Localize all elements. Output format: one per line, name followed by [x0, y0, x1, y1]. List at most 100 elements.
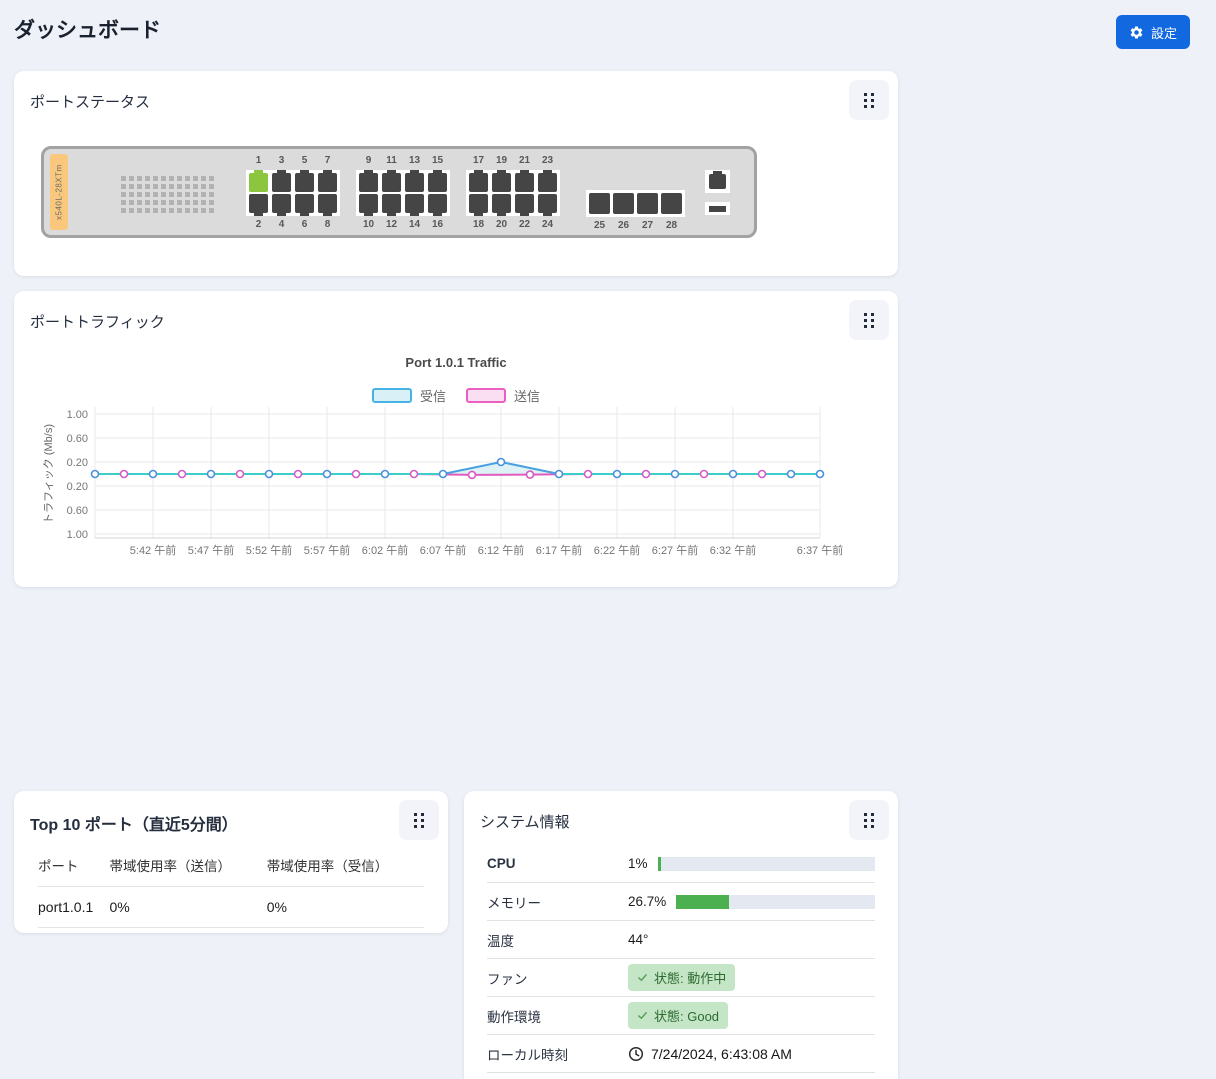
page-title: ダッシュボード — [14, 19, 161, 42]
svg-text:6:37 午前: 6:37 午前 — [797, 543, 843, 557]
port-10[interactable] — [359, 194, 378, 216]
port-number-label: 3 — [278, 155, 285, 166]
vent-hole — [201, 176, 206, 181]
svg-text:1.00: 1.00 — [67, 529, 88, 541]
port-18[interactable] — [469, 194, 488, 216]
badge-text: 状態: 動作中 — [654, 971, 727, 986]
port-25[interactable] — [589, 193, 610, 214]
port-15[interactable] — [428, 170, 447, 192]
vent-hole — [209, 184, 214, 189]
svg-text:6:17 午前: 6:17 午前 — [536, 543, 582, 557]
value-text: 44° — [628, 932, 649, 947]
port-19[interactable] — [492, 170, 511, 192]
vent-hole — [209, 200, 214, 205]
status-badge: 状態: 動作中 — [628, 964, 736, 991]
settings-button[interactable]: 設定 — [1115, 15, 1190, 49]
vent-hole — [121, 184, 126, 189]
port-2[interactable] — [249, 194, 268, 216]
legend-item-receive[interactable]: 受信 — [371, 386, 446, 405]
vent-hole — [185, 200, 190, 205]
port-7[interactable] — [318, 170, 337, 192]
port-row-bottom — [469, 194, 557, 216]
port-number-label: 12 — [385, 219, 398, 230]
port-number-label: 18 — [472, 219, 485, 230]
port-group-2: 9 11 13 15 10 12 14 16 — [356, 155, 450, 231]
drag-dots-icon — [864, 812, 874, 828]
mgmt-port-pad — [705, 170, 730, 193]
port-number-label: 22 — [518, 219, 531, 230]
port-14[interactable] — [405, 194, 424, 216]
port-traffic-drag-handle[interactable] — [849, 300, 889, 340]
port-8[interactable] — [318, 194, 337, 216]
port-4[interactable] — [272, 194, 291, 216]
port-number-label: 1 — [255, 155, 262, 166]
vent-hole — [129, 200, 134, 205]
port-row-top — [249, 170, 337, 192]
svg-text:5:57 午前: 5:57 午前 — [304, 543, 350, 557]
port-number-label: 7 — [324, 155, 331, 166]
system-row-value: 26.7% — [628, 894, 875, 909]
svg-text:6:02 午前: 6:02 午前 — [362, 543, 408, 557]
console-slot-pad — [705, 202, 730, 215]
progress-value-text: 1% — [628, 856, 648, 871]
time-text: 7/24/2024, 6:43:08 AM — [651, 1045, 792, 1062]
vent-hole — [145, 200, 150, 205]
table-header-row: ポート 帯域使用率（送信） 帯域使用率（受信） — [38, 849, 424, 887]
vent-hole — [177, 192, 182, 197]
top-ports-drag-handle[interactable] — [399, 800, 439, 840]
vent-hole — [137, 208, 142, 213]
svg-text:0.20: 0.20 — [67, 457, 88, 469]
traffic-line-chart[interactable]: 1.00 0.60 0.20 0.20 0.60 1.00 5:42 午前 5:47 午前 5:… — [14, 407, 898, 582]
system-info-drag-handle[interactable] — [849, 800, 889, 840]
system-info-card: システム情報 CPU 1% メモリー 26.7% 温度 44° ファン 状態: 動作中 動作環境… — [464, 791, 898, 1079]
top-ports-table-head: ポート 帯域使用率（送信） 帯域使用率（受信） — [38, 849, 424, 887]
vent-hole — [201, 192, 206, 197]
port-22[interactable] — [515, 194, 534, 216]
vent-hole — [129, 184, 134, 189]
port-27[interactable] — [637, 193, 658, 214]
system-row-label: CPU — [487, 856, 516, 871]
port-number-row: 17 19 21 23 — [466, 155, 560, 167]
port-3[interactable] — [272, 170, 291, 192]
vent-hole — [201, 200, 206, 205]
port-5[interactable] — [295, 170, 314, 192]
system-info-title: システム情報 — [480, 814, 570, 831]
vent-hole — [169, 184, 174, 189]
port-11[interactable] — [382, 170, 401, 192]
vent-hole — [121, 208, 126, 213]
port-number-row: 1 3 5 7 — [246, 155, 340, 167]
port-status-drag-handle[interactable] — [849, 80, 889, 120]
system-row-label: ファン — [487, 971, 528, 987]
port-26[interactable] — [613, 193, 634, 214]
port-1[interactable] — [249, 170, 268, 192]
port-13[interactable] — [405, 170, 424, 192]
port-28[interactable] — [661, 193, 682, 214]
vent-hole — [177, 208, 182, 213]
port-9[interactable] — [359, 170, 378, 192]
port-number-label: 21 — [518, 155, 531, 166]
port-traffic-card: ポートトラフィック Port 1.0.1 Traffic 受信 送信 1.00 0… — [14, 291, 898, 587]
drag-dots-icon — [414, 812, 424, 828]
top-ports-title: Top 10 ポート（直近5分間） — [30, 817, 238, 834]
vent-hole — [185, 208, 190, 213]
svg-text:6:27 午前: 6:27 午前 — [652, 543, 698, 557]
progress-track — [657, 856, 875, 871]
port-23[interactable] — [538, 170, 557, 192]
port-6[interactable] — [295, 194, 314, 216]
port-12[interactable] — [382, 194, 401, 216]
port-21[interactable] — [515, 170, 534, 192]
port-20[interactable] — [492, 194, 511, 216]
port-row-top — [359, 170, 447, 192]
table-cell: 0% — [266, 886, 424, 928]
port-row-bottom — [249, 194, 337, 216]
legend-item-send[interactable]: 送信 — [466, 386, 540, 405]
port-group-1: 1 3 5 7 2 4 6 8 — [246, 155, 340, 231]
port-24[interactable] — [538, 194, 557, 216]
port-17[interactable] — [469, 170, 488, 192]
port-number-row: 25 26 27 28 — [586, 220, 685, 232]
port-16[interactable] — [428, 194, 447, 216]
mgmt-port[interactable] — [709, 171, 726, 189]
vent-hole — [169, 192, 174, 197]
port-number-row: 18 20 22 24 — [466, 219, 560, 231]
vent-hole — [161, 192, 166, 197]
